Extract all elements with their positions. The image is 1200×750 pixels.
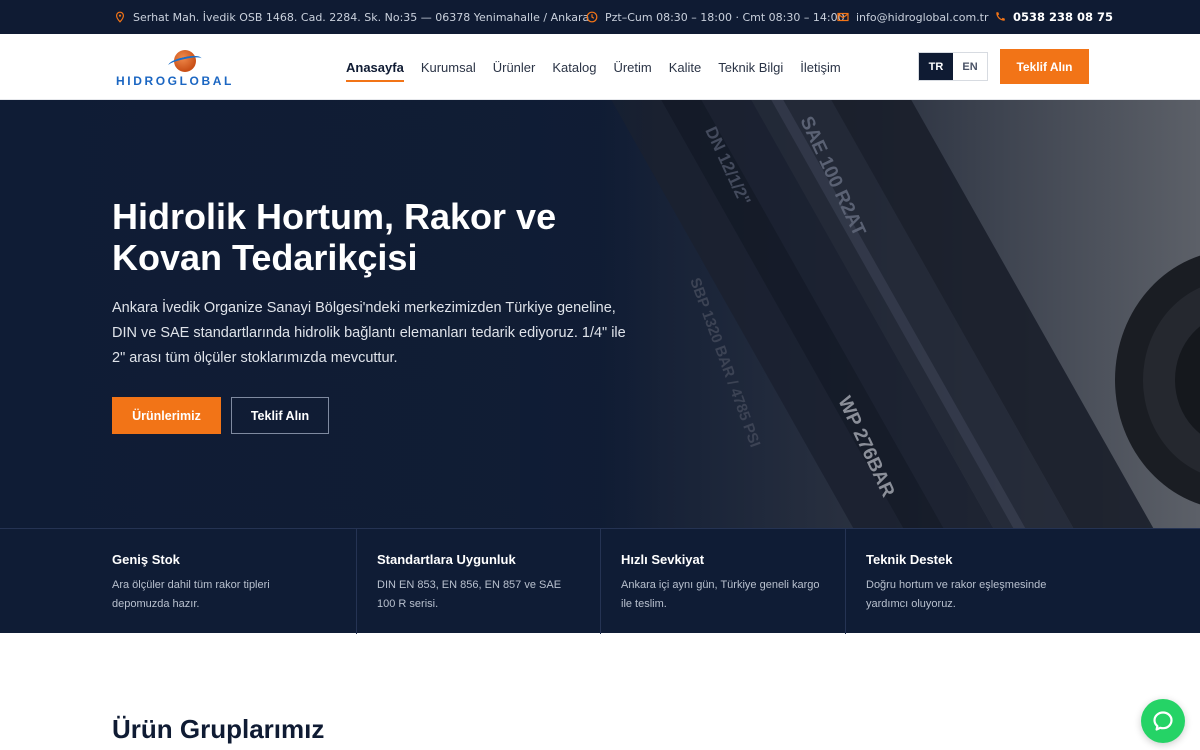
mail-icon (837, 12, 849, 22)
feature-text: Ankara içi aynı gün, Türkiye geneli karg… (621, 579, 820, 610)
nav-item-kurumsal[interactable]: Kurumsal (421, 34, 476, 100)
hero-section: SAE 100 R2AT WP 276BAR DN 12/1/2" SBP 13… (0, 100, 1200, 528)
clock-icon (586, 11, 598, 23)
nav-item-uretim[interactable]: Üretim (613, 34, 651, 100)
phone-icon (996, 12, 1005, 21)
section-title: Ürün Gruplarımız (112, 714, 325, 744)
lang-tr-button[interactable]: TR (919, 53, 953, 80)
feature-title: Standartlara Uygunluk (377, 552, 516, 567)
feature-title: Hızlı Sevkiyat (621, 552, 705, 567)
nav-item-katalog[interactable]: Katalog (552, 34, 596, 100)
svg-text:WP 276BAR: WP 276BAR (833, 393, 898, 500)
main-nav: Anasayfa Kurumsal Ürünler Katalog Üretim… (346, 34, 841, 100)
location-pin-icon (115, 11, 125, 23)
feature-text: DIN EN 853, EN 856, EN 857 ve SAE 100 R … (377, 579, 562, 610)
nav-item-anasayfa[interactable]: Anasayfa (346, 34, 404, 100)
feature-text: Doğru hortum ve rakor eşleşmesinde yardı… (866, 579, 1047, 610)
features-strip: Geniş Stok Ara ölçüler dahil tüm rakor t… (0, 528, 1200, 634)
feature-title: Teknik Destek (866, 552, 953, 567)
feature-item: Standartlara Uygunluk DIN EN 853, EN 856… (356, 529, 577, 634)
feature-item: Teknik Destek Doğru hortum ve rakor eşle… (845, 529, 1066, 634)
nav-item-kalite[interactable]: Kalite (669, 34, 702, 100)
language-switcher: TR EN (918, 52, 988, 81)
logo[interactable]: HIDROGLOBAL (116, 48, 258, 88)
nav-item-urunler[interactable]: Ürünler (493, 34, 536, 100)
whatsapp-chat-button[interactable] (1141, 699, 1185, 743)
address-item: Serhat Mah. İvedik OSB 1468. Cad. 2284. … (114, 0, 589, 34)
products-button[interactable]: Ürünlerimiz (112, 397, 221, 434)
phone-link[interactable]: 0538 238 08 75 (1013, 10, 1113, 24)
feature-title: Geniş Stok (112, 552, 180, 567)
hero-quote-button[interactable]: Teklif Alın (231, 397, 329, 434)
hours-text: Pzt–Cum 08:30 – 18:00 · Cmt 08:30 – 14:0… (605, 10, 845, 24)
lang-en-button[interactable]: EN (953, 53, 987, 80)
nav-item-teknik-bilgi[interactable]: Teknik Bilgi (718, 34, 783, 100)
chat-bubble-icon (1153, 711, 1173, 731)
svg-text:SAE 100 R2AT: SAE 100 R2AT (795, 113, 869, 240)
hero-title: Hidrolik Hortum, Rakor ve Kovan Tedarikç… (112, 196, 557, 278)
svg-text:SBP 1320 BAR / 4785 PSI: SBP 1320 BAR / 4785 PSI (686, 276, 763, 450)
email-item[interactable]: info@hidroglobal.com.tr (837, 0, 989, 34)
logo-text: HIDROGLOBAL (116, 74, 234, 88)
hero-description: Ankara İvedik Organize Sanayi Bölgesi'nd… (112, 300, 626, 366)
header-quote-button[interactable]: Teklif Alın (1000, 49, 1089, 84)
hours-item: Pzt–Cum 08:30 – 18:00 · Cmt 08:30 – 14:0… (586, 0, 845, 34)
feature-item: Hızlı Sevkiyat Ankara içi aynı gün, Türk… (600, 529, 821, 634)
main-header: HIDROGLOBAL Anasayfa Kurumsal Ürünler Ka… (0, 34, 1200, 100)
feature-text: Ara ölçüler dahil tüm rakor tipleri depo… (112, 579, 270, 610)
address-text: Serhat Mah. İvedik OSB 1468. Cad. 2284. … (133, 10, 590, 24)
svg-text:DN 12/1/2": DN 12/1/2" (701, 124, 754, 209)
phone-item[interactable]: 0538 238 08 75 (994, 0, 1113, 34)
feature-item: Geniş Stok Ara ölçüler dahil tüm rakor t… (112, 529, 312, 634)
email-link[interactable]: info@hidroglobal.com.tr (856, 11, 989, 24)
top-info-bar: Serhat Mah. İvedik OSB 1468. Cad. 2284. … (0, 0, 1200, 34)
nav-item-iletisim[interactable]: İletişim (800, 34, 840, 100)
